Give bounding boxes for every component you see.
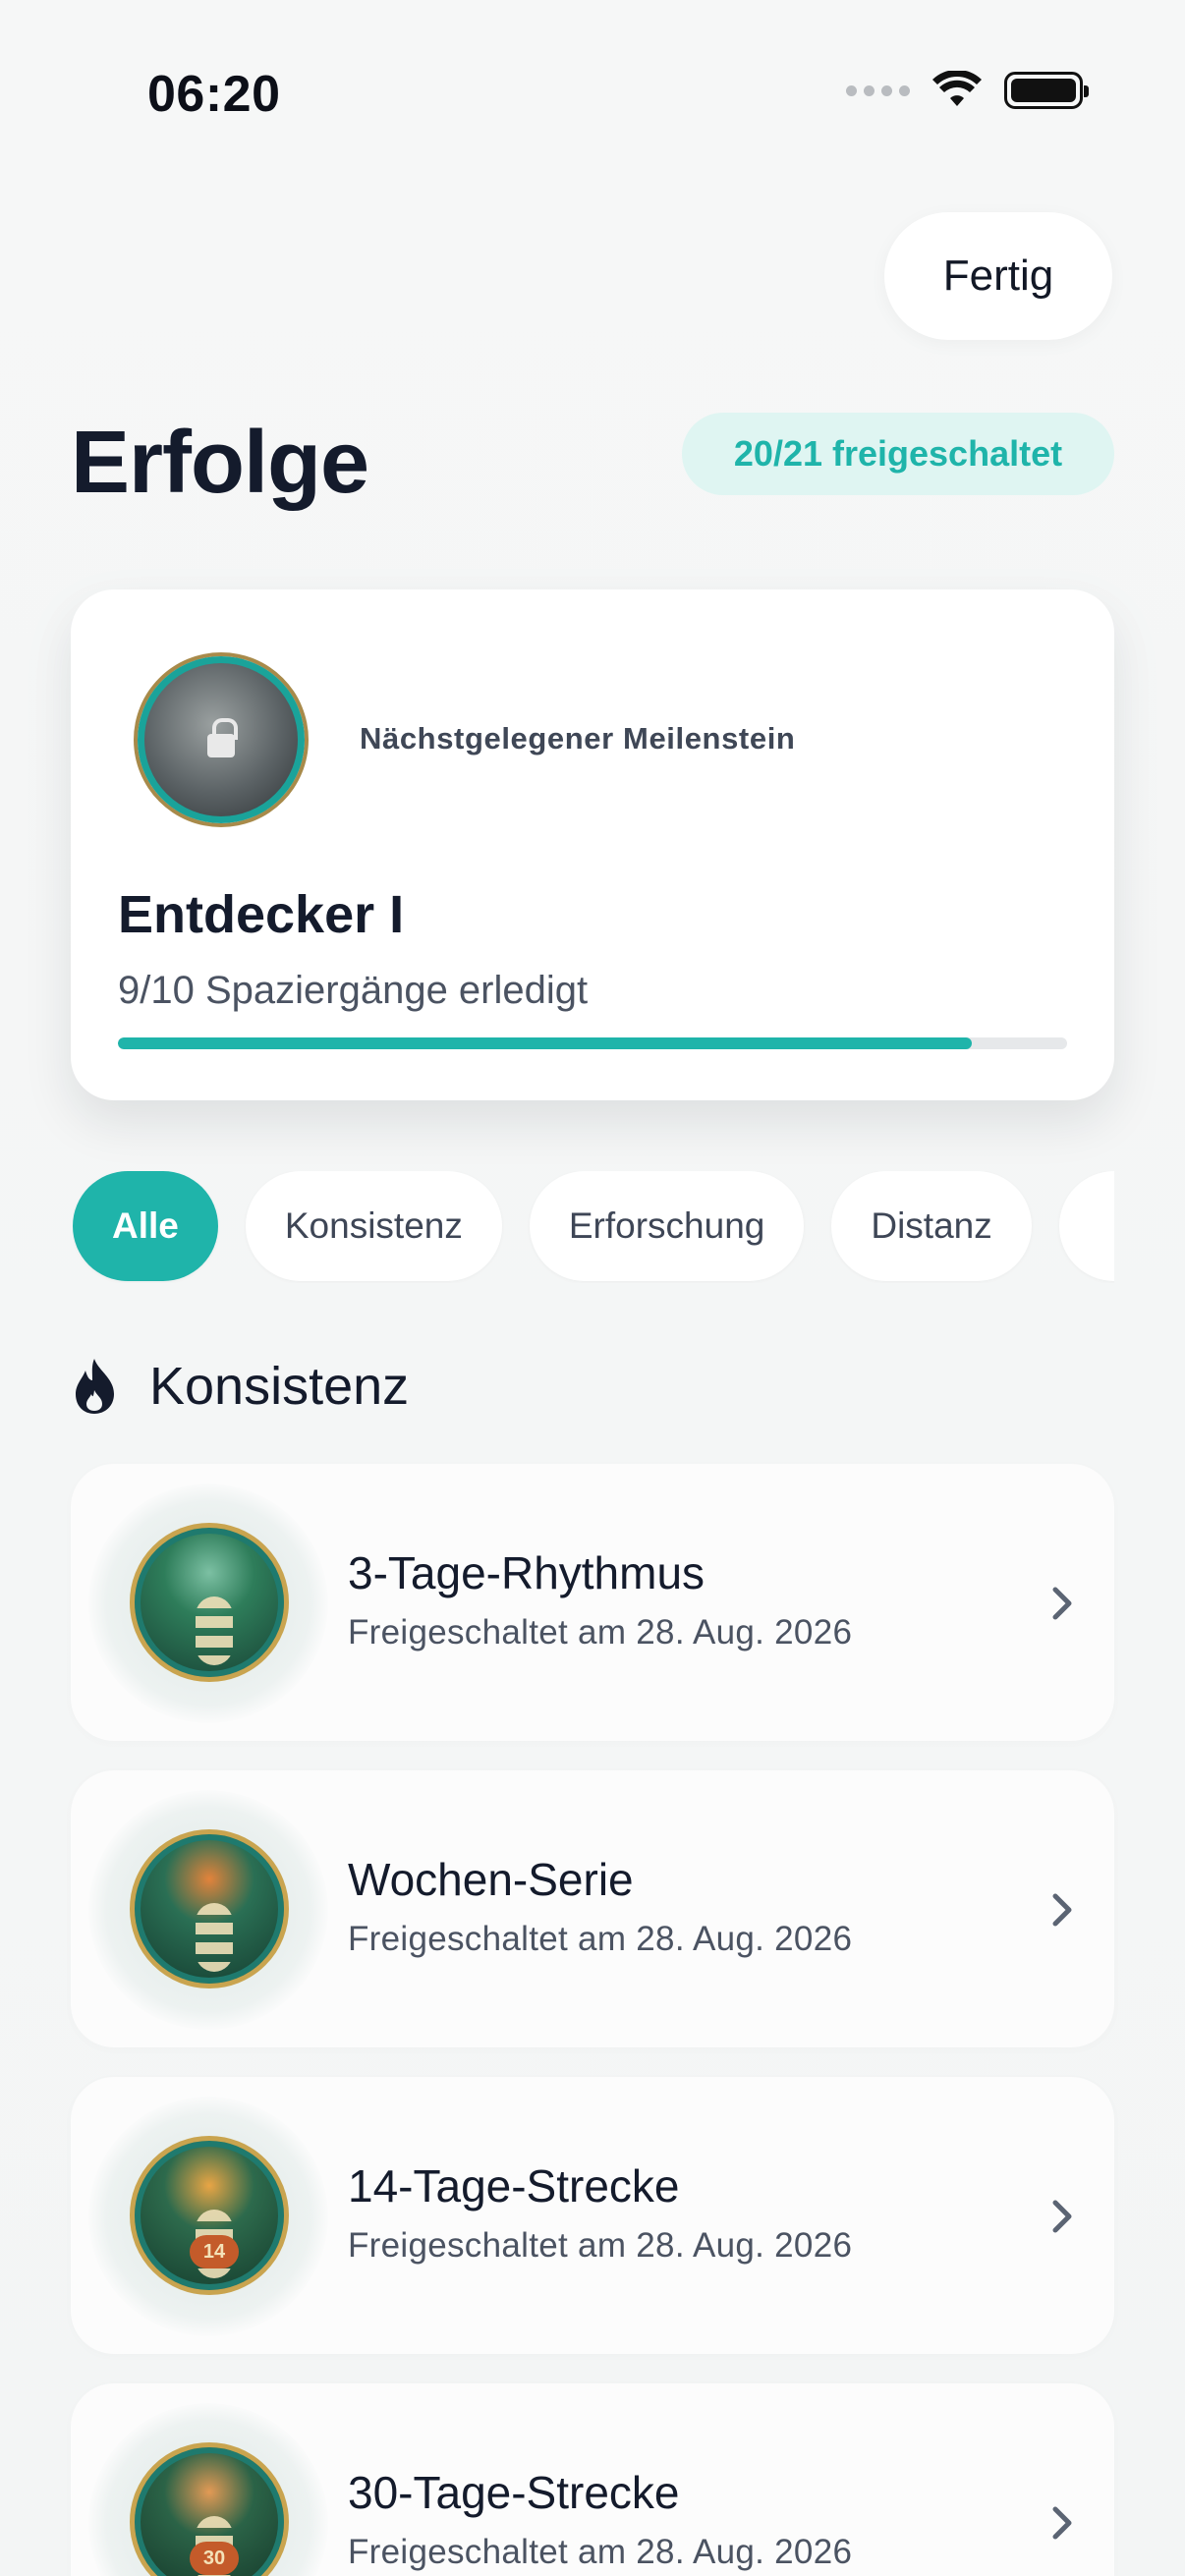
filter-chip-alle[interactable]: Alle <box>73 1171 218 1281</box>
done-button[interactable]: Fertig <box>884 212 1112 340</box>
cellular-signal-icon <box>846 84 910 96</box>
milestone-progress-fill <box>118 1037 973 1049</box>
achievement-row[interactable]: 30 30-Tage-Strecke Freigeschaltet am 28. A… <box>71 2383 1114 2576</box>
achievement-row[interactable]: 14 14-Tage-Strecke Freigeschaltet am 28. A… <box>71 2077 1114 2354</box>
milestone-progress-text: 9/10 Spaziergänge erledigt <box>118 969 589 1012</box>
achievement-medal-icon: 14 <box>130 2136 289 2295</box>
achievement-row[interactable]: 3-Tage-Rhythmus Freigeschaltet am 28. Aug… <box>71 1464 1114 1741</box>
nearest-milestone-card[interactable]: Nächstgelegener Meilenstein Entdecker I … <box>71 589 1114 1100</box>
achievement-list: 3-Tage-Rhythmus Freigeschaltet am 28. Aug… <box>71 1464 1114 2576</box>
medal-number: 30 <box>190 2542 239 2575</box>
filter-chip-distanz[interactable]: Distanz <box>831 1171 1032 1281</box>
unlocked-count-badge: 20/21 freigeschaltet <box>682 413 1114 495</box>
section-title: Konsistenz <box>149 1357 410 1416</box>
milestone-progress-bar <box>118 1037 1067 1049</box>
milestone-name: Entdecker I <box>118 885 405 944</box>
achievement-unlock-date: Freigeschaltet am 28. Aug. 2026 <box>348 1613 853 1652</box>
chevron-right-icon <box>1052 1587 1072 1620</box>
filter-chip-erforschung[interactable]: Erforschung <box>529 1171 805 1281</box>
section-header: Konsistenz <box>71 1356 409 1417</box>
filter-chip-konsistenz[interactable]: Konsistenz <box>245 1171 502 1281</box>
medal-number: 14 <box>190 2235 239 2268</box>
flame-icon <box>76 1359 114 1414</box>
achievement-unlock-date: Freigeschaltet am 28. Aug. 2026 <box>348 2533 853 2571</box>
achievement-title: 30-Tage-Strecke <box>348 2467 680 2518</box>
category-filter-bar: Alle Konsistenz Erforschung Distanz <box>73 1171 1114 1283</box>
milestone-label: Nächstgelegener Meilenstein <box>360 721 796 756</box>
lock-icon <box>207 718 238 757</box>
chevron-right-icon <box>1052 1893 1072 1927</box>
achievement-title: 14-Tage-Strecke <box>348 2160 680 2212</box>
wifi-icon <box>932 71 982 106</box>
status-time: 06:20 <box>147 66 281 123</box>
filter-chip-more[interactable] <box>1058 1171 1114 1281</box>
achievements-screen: 06:20 Fertig Erfolge 20/21 freigeschalte… <box>0 0 1185 2576</box>
chevron-right-icon <box>1052 2200 1072 2233</box>
achievement-title: Wochen-Serie <box>348 1854 634 1905</box>
page-title: Erfolge <box>71 414 369 512</box>
achievement-row[interactable]: Wochen-Serie Freigeschaltet am 28. Aug. 2… <box>71 1770 1114 2047</box>
achievement-title: 3-Tage-Rhythmus <box>348 1547 705 1598</box>
achievement-medal-icon <box>130 1829 289 1988</box>
achievement-unlock-date: Freigeschaltet am 28. Aug. 2026 <box>348 2226 853 2265</box>
chevron-right-icon <box>1052 2506 1072 2540</box>
battery-icon <box>1004 72 1089 109</box>
locked-medal-icon <box>138 656 305 823</box>
achievement-medal-icon <box>130 1523 289 1682</box>
achievement-unlock-date: Freigeschaltet am 28. Aug. 2026 <box>348 1920 853 1958</box>
status-icons <box>846 71 1089 110</box>
